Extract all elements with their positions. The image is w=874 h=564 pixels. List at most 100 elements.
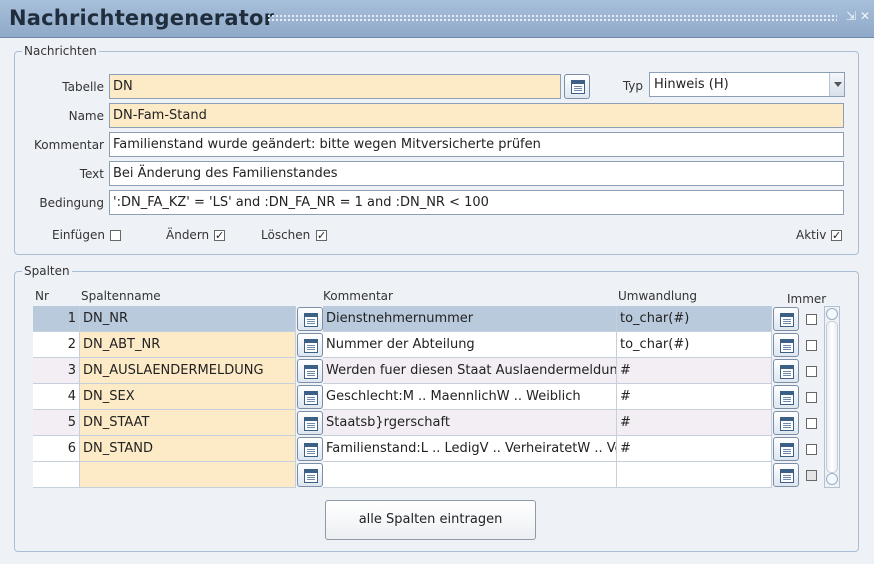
aktiv-label: Aktiv (796, 228, 827, 242)
row-umwandlung[interactable]: # (617, 358, 772, 384)
table-row[interactable]: 1 DN_NR Dienstnehmernummer to_char(#) (33, 306, 823, 332)
umwandlung-lookup-button[interactable] (773, 437, 799, 461)
umwandlung-lookup-button[interactable] (773, 359, 799, 383)
row-umwandlung[interactable]: to_char(#) (617, 306, 772, 332)
close-icon[interactable]: ✕ (859, 10, 871, 22)
spaltenname-lookup-button[interactable] (297, 437, 323, 461)
table-row[interactable]: 4 DN_SEX Geschlecht:M .. MaennlichW .. W… (33, 384, 823, 410)
einfuegen-checkbox[interactable] (110, 230, 121, 241)
calendar-list-icon (780, 417, 794, 431)
window-title: Nachrichtengenerator (9, 6, 275, 30)
calendar-list-icon (304, 391, 318, 405)
calendar-list-icon (780, 339, 794, 353)
row-spaltenname[interactable] (80, 462, 296, 488)
scroll-down-icon[interactable] (826, 473, 838, 485)
name-label: Name (68, 109, 104, 123)
window-content: Nachrichten Tabelle DN Typ Hinweis (H) N… (0, 38, 874, 564)
spaltenname-lookup-button[interactable] (297, 463, 323, 487)
spaltenname-lookup-button[interactable] (297, 307, 323, 331)
calendar-list-icon (780, 469, 794, 483)
minimize-icon[interactable]: ⇲ (845, 10, 857, 22)
immer-checkbox[interactable] (806, 470, 817, 481)
calendar-list-icon (304, 365, 318, 379)
kommentar-field[interactable]: Familienstand wurde geändert: bitte wege… (109, 132, 844, 157)
typ-label: Typ (622, 79, 643, 93)
column-header-spaltenname: Spaltenname (81, 289, 161, 303)
chevron-down-icon[interactable] (829, 73, 844, 96)
row-spaltenname[interactable]: DN_STAND (80, 436, 296, 462)
calendar-list-icon (780, 443, 794, 457)
aktiv-checkbox[interactable] (831, 230, 842, 241)
calendar-list-icon (304, 417, 318, 431)
immer-checkbox[interactable] (806, 314, 817, 325)
calendar-list-icon (780, 391, 794, 405)
row-spaltenname[interactable]: DN_AUSLAENDERMELDUNG (80, 358, 296, 384)
table-row[interactable]: 2 DN_ABT_NR Nummer der Abteilung to_char… (33, 332, 823, 358)
row-umwandlung[interactable]: to_char(#) (617, 332, 772, 358)
row-nr: 5 (33, 410, 80, 436)
umwandlung-lookup-button[interactable] (773, 411, 799, 435)
immer-checkbox[interactable] (806, 392, 817, 403)
row-kommentar[interactable]: Geschlecht:M .. MaennlichW .. Weiblich (323, 384, 617, 410)
nachrichten-legend: Nachrichten (22, 44, 99, 58)
alle-spalten-eintragen-button[interactable]: alle Spalten eintragen (325, 500, 536, 540)
aendern-label: Ändern (166, 228, 210, 242)
aendern-checkbox[interactable] (214, 230, 225, 241)
calendar-list-icon (304, 469, 318, 483)
table-row[interactable]: 5 DN_STAAT Staatsb}rgerschaft # (33, 410, 823, 436)
umwandlung-lookup-button[interactable] (773, 307, 799, 331)
kommentar-label: Kommentar (34, 138, 104, 152)
table-row[interactable]: 3 DN_AUSLAENDERMELDUNG Werden fuer diese… (33, 358, 823, 384)
text-field[interactable]: Bei Änderung des Familienstandes (109, 161, 844, 186)
tabelle-field[interactable]: DN (109, 74, 561, 99)
row-umwandlung[interactable] (617, 462, 772, 488)
row-kommentar[interactable]: Staatsb}rgerschaft (323, 410, 617, 436)
row-kommentar[interactable] (323, 462, 617, 488)
umwandlung-lookup-button[interactable] (773, 463, 799, 487)
einfuegen-label: Einfügen (52, 228, 105, 242)
tabelle-lookup-button[interactable] (564, 74, 590, 99)
spaltenname-lookup-button[interactable] (297, 385, 323, 409)
spaltenname-lookup-button[interactable] (297, 411, 323, 435)
row-kommentar[interactable]: Dienstnehmernummer (323, 306, 617, 332)
name-field[interactable]: DN-Fam-Stand (109, 103, 844, 128)
loeschen-label: Löschen (261, 228, 311, 242)
calendar-list-icon (780, 365, 794, 379)
loeschen-checkbox[interactable] (316, 230, 327, 241)
row-spaltenname[interactable]: DN_STAAT (80, 410, 296, 436)
spaltenname-lookup-button[interactable] (297, 333, 323, 357)
immer-checkbox[interactable] (806, 444, 817, 455)
row-umwandlung[interactable]: # (617, 410, 772, 436)
column-header-immer: Immer (787, 292, 827, 306)
spalten-legend: Spalten (22, 264, 72, 278)
table-row[interactable]: 6 DN_STAND Familienstand:L .. LedigV .. … (33, 436, 823, 462)
row-spaltenname[interactable]: DN_SEX (80, 384, 296, 410)
bedingung-field[interactable]: ':DN_FA_KZ' = 'LS' and :DN_FA_NR = 1 and… (109, 190, 844, 215)
row-kommentar[interactable]: Nummer der Abteilung (323, 332, 617, 358)
table-scrollbar[interactable] (824, 306, 840, 488)
row-spaltenname[interactable]: DN_ABT_NR (80, 332, 296, 358)
typ-select[interactable]: Hinweis (H) (649, 72, 845, 97)
row-spaltenname[interactable]: DN_NR (80, 306, 296, 332)
spaltenname-lookup-button[interactable] (297, 359, 323, 383)
row-nr: 3 (33, 358, 80, 384)
scroll-up-icon[interactable] (826, 308, 838, 320)
row-umwandlung[interactable]: # (617, 436, 772, 462)
column-header-umwandlung: Umwandlung (618, 289, 698, 303)
row-nr (33, 462, 80, 488)
tabelle-label: Tabelle (62, 80, 104, 94)
calendar-list-icon (571, 80, 585, 94)
row-umwandlung[interactable]: # (617, 384, 772, 410)
immer-checkbox[interactable] (806, 366, 817, 377)
row-kommentar[interactable]: Familienstand:L .. LedigV .. Verheiratet… (323, 436, 617, 462)
immer-checkbox[interactable] (806, 340, 817, 351)
umwandlung-lookup-button[interactable] (773, 385, 799, 409)
scroll-thumb[interactable] (826, 321, 838, 473)
table-row[interactable] (33, 462, 823, 488)
immer-checkbox[interactable] (806, 418, 817, 429)
calendar-list-icon (304, 443, 318, 457)
row-kommentar[interactable]: Werden fuer diesen Staat Auslaendermeldu… (323, 358, 617, 384)
column-header-kommentar: Kommentar (323, 289, 393, 303)
umwandlung-lookup-button[interactable] (773, 333, 799, 357)
calendar-list-icon (304, 339, 318, 353)
